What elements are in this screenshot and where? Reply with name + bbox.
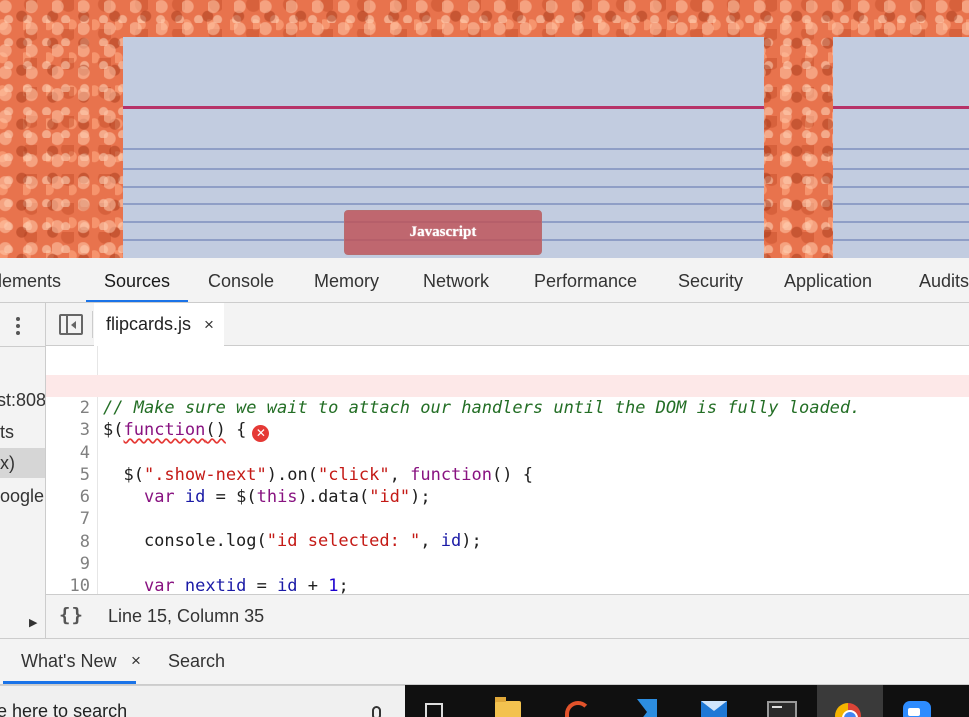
navigator-item[interactable]: x) xyxy=(0,448,45,478)
navigator-item[interactable]: st:808 xyxy=(0,385,46,415)
card-rule xyxy=(123,168,764,170)
code-line: 7 console.log("id selected: ", id); xyxy=(46,486,969,551)
card-rule xyxy=(123,186,764,188)
drawer-tab-bar: What's New × Search xyxy=(0,638,969,685)
navigator-item[interactable]: ts xyxy=(0,417,45,447)
code-line: 11 xyxy=(46,575,969,594)
card-rule xyxy=(833,203,969,205)
navigator-divider xyxy=(0,346,45,347)
card-rule xyxy=(833,221,969,223)
close-icon[interactable]: × xyxy=(131,639,141,682)
close-icon[interactable]: × xyxy=(204,303,214,346)
card-rule xyxy=(833,186,969,188)
tab-search[interactable]: Search xyxy=(168,639,225,684)
code-editor[interactable]: 1 // Make sure we wait to attach our han… xyxy=(46,346,969,594)
tab-elements[interactable]: lements xyxy=(0,258,61,302)
code-line: 10 var divname = "#rw"; xyxy=(46,553,969,594)
tab-sources[interactable]: Sources xyxy=(85,258,189,302)
code-line-error: 2 $(function() {✕ xyxy=(46,375,969,442)
tab-console[interactable]: Console xyxy=(208,258,274,302)
navigator-item[interactable]: oogle xyxy=(0,481,45,511)
card-rule xyxy=(123,203,764,205)
file-tab-flipcards[interactable]: flipcards.js × xyxy=(94,303,224,346)
toolbar-divider xyxy=(92,311,93,338)
editor-tab-bar: flipcards.js × xyxy=(46,303,969,346)
file-explorer-icon[interactable] xyxy=(495,697,521,717)
card-header-rule xyxy=(833,106,969,109)
tab-security[interactable]: Security xyxy=(678,258,743,302)
task-view-icon[interactable] xyxy=(425,703,443,717)
more-options-icon[interactable] xyxy=(8,311,28,341)
editor-status-bar: {} Line 15, Column 35 xyxy=(46,594,969,638)
card-rule xyxy=(833,168,969,170)
code-line: 3 xyxy=(46,397,969,440)
tab-network[interactable]: Network xyxy=(423,258,489,302)
expand-arrow-icon[interactable]: ▶ xyxy=(29,616,37,629)
tab-audits[interactable]: Audits xyxy=(919,258,969,302)
vscode-icon[interactable] xyxy=(633,699,659,717)
code-line: 1 // Make sure we wait to attach our han… xyxy=(46,353,969,418)
microphone-icon[interactable] xyxy=(372,706,381,717)
brave-browser-icon[interactable] xyxy=(565,701,591,717)
javascript-card-button[interactable]: Javascript xyxy=(344,210,542,255)
toggle-navigator-icon[interactable] xyxy=(59,314,83,335)
card-rule xyxy=(833,148,969,150)
tab-whats-new[interactable]: What's New xyxy=(2,639,138,684)
card-header-rule xyxy=(123,106,764,109)
devtools-tab-bar: lements Sources Console Memory Network P… xyxy=(0,258,969,303)
webpage-viewport: Javascript xyxy=(0,0,969,258)
card-rule xyxy=(833,239,969,241)
pretty-print-icon[interactable]: {} xyxy=(59,604,84,626)
code-line: 6 xyxy=(46,464,969,507)
sources-navigator: st:808 ts x) oogle ▶ xyxy=(0,303,46,638)
zoom-icon[interactable] xyxy=(903,701,931,717)
file-tab-label: flipcards.js xyxy=(106,314,192,334)
tab-application[interactable]: Application xyxy=(784,258,872,302)
cursor-position: Line 15, Column 35 xyxy=(108,606,265,626)
taskbar-search-box[interactable]: ype here to search xyxy=(0,685,405,717)
card-rule xyxy=(123,148,764,150)
code-line: 4 $(".show-next").on("click", function()… xyxy=(46,420,969,485)
navigator-item-label: ts xyxy=(0,422,15,442)
code-line: 5 var id = $(this).data("id"); xyxy=(46,442,969,507)
terminal-icon[interactable] xyxy=(767,701,797,717)
search-placeholder: ype here to search xyxy=(0,701,128,717)
tab-performance[interactable]: Performance xyxy=(534,258,637,302)
tab-memory[interactable]: Memory xyxy=(314,258,379,302)
flashcard-next xyxy=(833,37,969,258)
mail-icon[interactable] xyxy=(701,701,727,717)
navigator-item-label: x) xyxy=(0,453,15,473)
navigator-item-label: st:808 xyxy=(0,390,46,410)
taskbar xyxy=(405,685,969,717)
navigator-item-label: oogle xyxy=(0,486,45,506)
code-line: 8 xyxy=(46,509,969,552)
code-line: 9 var nextid = id + 1; xyxy=(46,531,969,594)
